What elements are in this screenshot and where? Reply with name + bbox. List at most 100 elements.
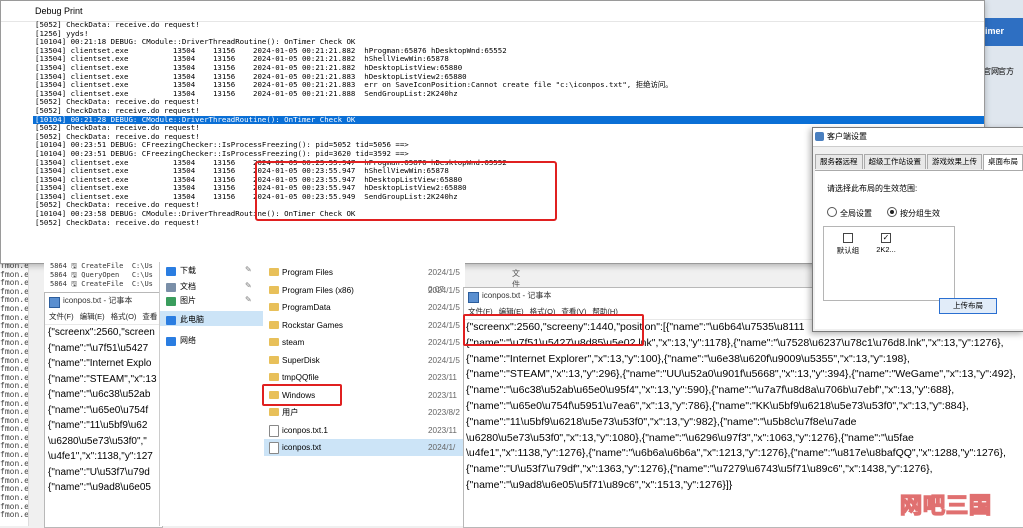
folder-icon — [269, 285, 279, 294]
watermark-logo: 网吧三国 — [899, 493, 993, 520]
nav-item[interactable]: 下载 — [180, 264, 196, 278]
dialog-title: 客户端设置 — [827, 132, 867, 141]
folder-row[interactable]: 用户 2023/8/2 — [264, 404, 465, 421]
highlight-box-json — [463, 314, 644, 346]
folder-icon — [269, 320, 279, 329]
text-line: {"name":"Internet Explorer","x":13,"y":1… — [466, 352, 910, 365]
folder-row[interactable]: Program Files 2024/1/5 0:07 — [264, 264, 465, 294]
group-2k[interactable]: ✓ 2K2... — [868, 233, 904, 254]
text-line: {"name":"\u7f51\u5427 — [48, 342, 149, 354]
text-line: {"name":"STEAM","x":13,"y":296},{"name":… — [466, 368, 1016, 381]
menu-item[interactable]: 查看 — [142, 312, 157, 321]
text-line: {"name":"\u9ad8\u6e05 — [48, 482, 151, 493]
settings-app-icon — [815, 132, 824, 141]
text-line: \u4fe1","x":1138,"y":127 — [48, 451, 153, 462]
nav-item[interactable]: 文档 — [180, 280, 196, 294]
pictures-icon — [166, 297, 176, 306]
tab-game-effect[interactable]: 游戏效果上传 — [927, 154, 982, 169]
notepad-right-title: iconpos.txt - 记事本 — [482, 291, 552, 300]
highlight-box-log — [255, 161, 557, 221]
file-date: 2024/1/5 — [428, 355, 460, 365]
menu-item[interactable]: 格式(O) — [111, 312, 137, 321]
text-line: {"name":"STEAM","x":13 — [48, 373, 157, 385]
text-line: {"name":"11\u5bf9\u62 — [48, 420, 148, 431]
radio-by-group[interactable]: 按分组生效 — [887, 207, 940, 219]
upload-layout-button[interactable]: 上传布局 — [939, 298, 997, 314]
pc-icon — [166, 316, 176, 325]
folder-row[interactable]: SuperDisk 2024/1/5 — [264, 352, 465, 369]
notepad-icon — [49, 297, 60, 308]
text-line: \u4fe1","x":1138,"y":1276},{"name":"\u6b… — [466, 447, 1006, 460]
file-date: 2024/1/ — [428, 443, 456, 452]
nav-item[interactable]: 此电脑 — [180, 313, 204, 327]
debug-log-line[interactable]: [5052] CheckData: receive.do request! — [33, 21, 984, 30]
background-window-fragment: 官网 官方 — [980, 0, 1023, 127]
notepad-left-titlebar[interactable]: iconpos.txt - 记事本 — [45, 293, 162, 309]
group-2k-checkbox[interactable]: ✓ — [881, 233, 891, 243]
file-name: Program Files (x86) — [282, 285, 354, 295]
notepad-right-content[interactable]: {"screenx":2560,"screeny":1440,"position… — [464, 320, 1023, 494]
folder-row[interactable]: Rockstar Games 2024/1/5 — [264, 317, 465, 334]
highlight-box-file — [262, 384, 342, 406]
file-name: steam — [282, 338, 305, 347]
file-row[interactable]: iconpos.txt 2024/1/ — [264, 439, 465, 456]
folder-icon — [269, 268, 279, 276]
notepad-left-content[interactable]: {"screenx":2560,"screen {"name":"\u7f51\u… — [45, 325, 162, 496]
text-line: {"name":"\u6c38\u52ab — [48, 389, 151, 400]
group-default-checkbox[interactable] — [843, 233, 853, 243]
text-line: {"name":"11\u5bf9\u6218\u5e73\u53f0","x"… — [466, 415, 857, 428]
dialog-tab-bar: 服务器远程 超级工作站设置 游戏效果上传 桌面布局 — [815, 154, 1023, 171]
tab-workstation[interactable]: 超级工作站设置 — [863, 154, 926, 169]
folder-icon — [269, 355, 279, 364]
nav-item[interactable]: 图片 — [180, 294, 196, 308]
radio-global[interactable]: 全局设置 — [827, 207, 872, 219]
group-list-box: 默认组 ✓ 2K2... — [823, 226, 955, 301]
background-text-guanfang: 官方 — [998, 67, 1014, 76]
text-line: {"screenx":2560,"screen — [48, 327, 155, 338]
text-file-icon — [269, 442, 279, 454]
file-date: 2023/11 — [428, 373, 457, 382]
notepad-left-menubar: 文件(F) 编辑(E) 格式(O) 查看 — [45, 309, 162, 325]
notepad-window-left[interactable]: iconpos.txt - 记事本 文件(F) 编辑(E) 格式(O) 查看 {"sc… — [44, 292, 163, 528]
group-2k-label: 2K2... — [876, 245, 896, 254]
left-process-name: fmon.exe — [0, 510, 29, 520]
file-name: Program Files — [282, 268, 333, 277]
menu-item[interactable]: 编辑(E) — [80, 312, 105, 321]
nav-item[interactable]: 网络 — [180, 334, 196, 348]
folder-row[interactable]: Program Files (x86) 2024/1/5 — [264, 282, 465, 299]
process-event-row: 5864 🖫 QueryOpen C:\Us — [50, 271, 153, 279]
file-date: 2023/11 — [428, 390, 457, 400]
folder-icon — [269, 408, 279, 416]
radio-global-indicator[interactable] — [827, 207, 837, 217]
file-date: 2024/1/5 — [428, 338, 460, 347]
tab-server-remote[interactable]: 服务器远程 — [815, 154, 863, 169]
file-row[interactable]: iconpos.txt.1 2023/11 — [264, 422, 465, 439]
tab-desktop-layout[interactable]: 桌面布局 — [983, 154, 1023, 170]
dialog-titlebar[interactable]: 客户端设置 — [813, 128, 1023, 147]
text-file-icon — [269, 424, 279, 437]
text-line: {"name":"Internet Explo — [48, 358, 152, 369]
radio-global-label: 全局设置 — [840, 209, 872, 218]
file-name: iconpos.txt.1 — [282, 425, 328, 435]
group-default[interactable]: 默认组 — [830, 233, 866, 256]
folder-row[interactable]: ProgramData 2024/1/5 — [264, 299, 465, 316]
folder-icon — [269, 373, 279, 381]
dialog-tab-panel: 请选择此布局的生效范围: 全局设置 按分组生效 默认组 ✓ 2K2... 上传布… — [815, 171, 1023, 329]
file-date: 2024/1/5 — [428, 303, 460, 312]
network-icon — [166, 337, 176, 346]
file-name: 用户 — [282, 408, 299, 417]
notepad-icon — [468, 292, 479, 303]
folder-row[interactable]: steam 2024/1/5 — [264, 334, 465, 351]
text-line: \u6280\u5e73\u53f0","x":13,"y":1080},{"n… — [466, 431, 914, 444]
pin-icon: ✎ — [245, 295, 252, 304]
folder-icon — [269, 303, 279, 311]
file-name: ProgramData — [282, 303, 331, 312]
pin-icon: ✎ — [245, 281, 252, 290]
folder-icon — [269, 338, 279, 346]
file-name: iconpos.txt — [282, 443, 322, 452]
client-settings-dialog[interactable]: 客户端设置 服务器远程 超级工作站设置 游戏效果上传 桌面布局 请选择此布局的生效范围… — [812, 127, 1023, 332]
scope-prompt-label: 请选择此布局的生效范围: — [827, 184, 918, 193]
menu-item[interactable]: 文件(F) — [49, 312, 74, 321]
file-date: 2024/1/5 — [428, 320, 460, 330]
radio-by-group-indicator[interactable] — [887, 207, 897, 217]
